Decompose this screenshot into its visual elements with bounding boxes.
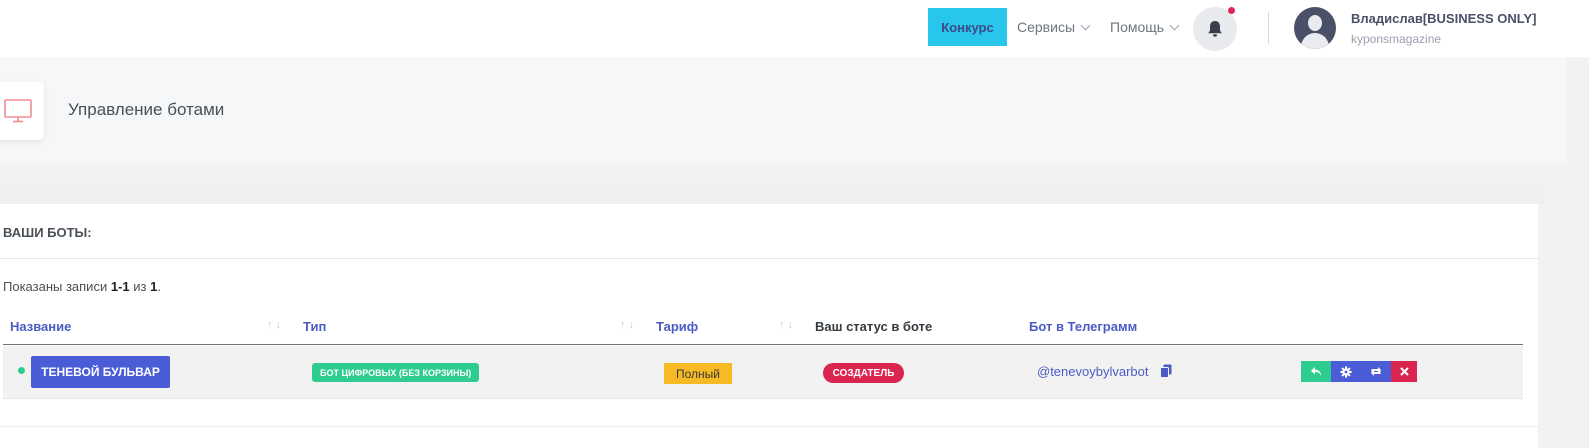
repost-button[interactable] — [1361, 361, 1391, 382]
bell-icon — [1208, 21, 1222, 37]
sort-arrows-type[interactable]: ↑↓ — [620, 319, 637, 331]
top-navbar — [0, 0, 1589, 57]
card-shadow — [0, 184, 1545, 204]
close-icon — [1399, 367, 1409, 376]
settings-button[interactable] — [1331, 361, 1361, 382]
retweet-icon — [1371, 367, 1381, 376]
sort-arrows-tariff[interactable]: ↑↓ — [779, 319, 796, 331]
column-header-type[interactable]: Тип — [303, 319, 326, 334]
copy-icon[interactable] — [1160, 364, 1172, 378]
card-divider — [0, 258, 1538, 259]
user-name[interactable]: Владислав[BUSINESS ONLY] — [1351, 11, 1536, 26]
online-status-dot — [18, 367, 25, 374]
gear-icon — [1340, 365, 1352, 378]
bot-type-badge: БОТ ЦИФРОВЫХ (БЕЗ КОРЗИНЫ) — [312, 363, 480, 382]
user-status-badge: СОЗДАТЕЛЬ — [823, 363, 904, 383]
table-head-divider — [3, 344, 1523, 345]
monitor-icon — [4, 99, 32, 123]
reply-button[interactable] — [1301, 361, 1331, 382]
row-divider — [3, 398, 1523, 399]
column-header-tariff[interactable]: Тариф — [656, 319, 698, 334]
tariff-badge: Полный — [664, 363, 732, 384]
reply-icon — [1311, 367, 1322, 376]
column-header-name[interactable]: Название — [10, 319, 71, 334]
sort-arrows-name[interactable]: ↑↓ — [267, 319, 284, 331]
header-divider — [1268, 12, 1269, 44]
telegram-bot-link[interactable]: @tenevoybylvarbot — [1037, 364, 1148, 379]
avatar[interactable] — [1294, 7, 1336, 49]
table-row — [3, 346, 1523, 398]
page-header — [0, 57, 1567, 163]
page-title: Управление ботами — [68, 100, 225, 119]
column-header-telegram[interactable]: Бот в Телеграмм — [1029, 319, 1137, 334]
services-dropdown[interactable]: Сервисы — [1017, 19, 1091, 35]
help-label: Помощь — [1110, 19, 1165, 35]
bot-name-button[interactable]: ТЕНЕВОЙ БУЛЬВАР — [31, 356, 170, 388]
bots-card — [0, 204, 1538, 448]
row-actions — [1301, 361, 1417, 382]
card-title: Ваши боты: — [3, 225, 92, 240]
notification-dot — [1228, 7, 1235, 14]
chevron-down-icon — [1169, 20, 1180, 30]
services-label: Сервисы — [1017, 19, 1076, 35]
scrollbar-track[interactable] — [1567, 57, 1589, 448]
help-dropdown[interactable]: Помощь — [1110, 19, 1180, 35]
records-summary: Показаны записи 1-1 из 1. — [3, 279, 161, 294]
column-header-status: Ваш статус в боте — [815, 319, 933, 334]
card-bottom-divider — [0, 426, 1538, 427]
contest-button[interactable]: Конкурс — [928, 8, 1007, 46]
user-login[interactable]: kyponsmagazine — [1351, 32, 1441, 46]
page-icon-box — [0, 82, 44, 140]
delete-button[interactable] — [1391, 361, 1417, 382]
chevron-down-icon — [1080, 20, 1091, 30]
